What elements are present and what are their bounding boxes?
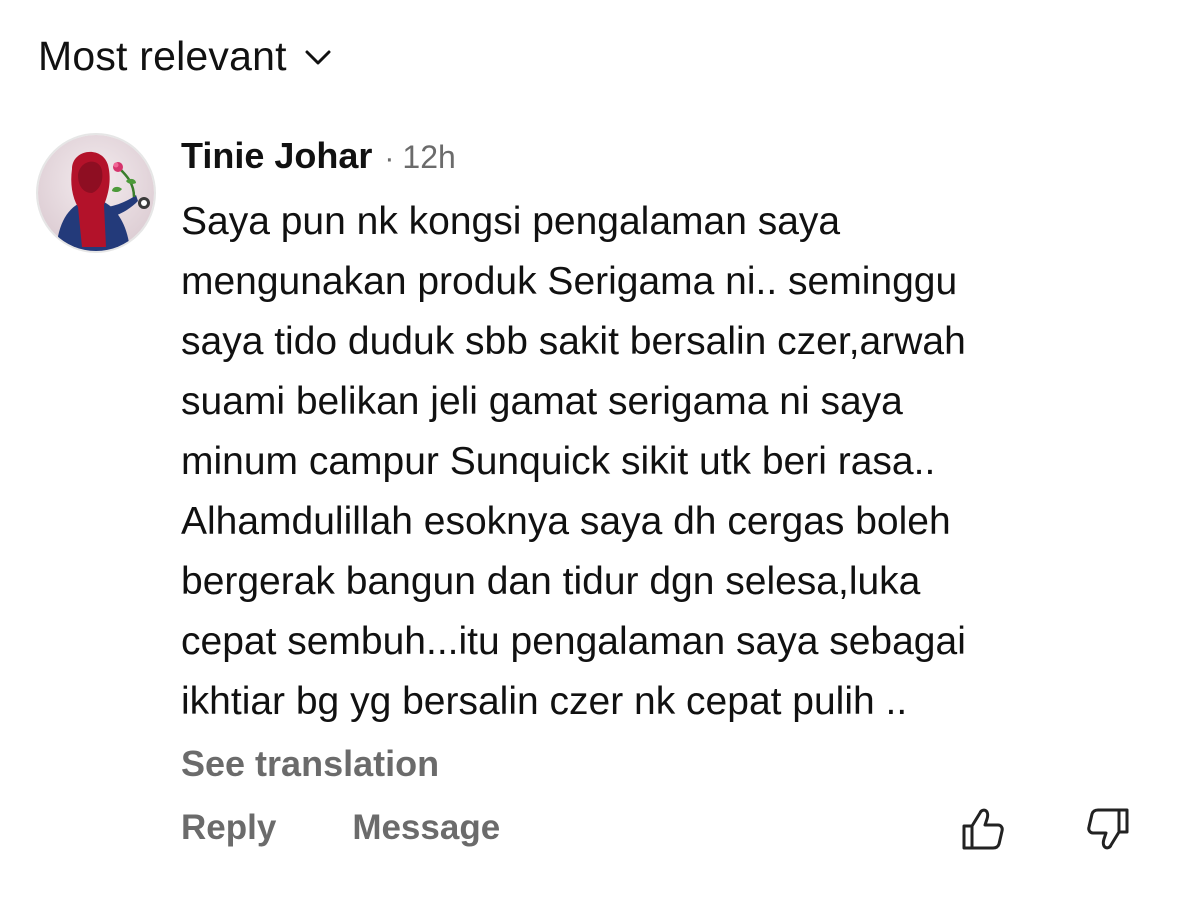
like-button[interactable] bbox=[958, 804, 1008, 854]
comment-line: minum campur Sunquick sikit utk beri ras… bbox=[181, 440, 936, 483]
comment-text: Saya pun nk kongsi pengalaman saya mengu… bbox=[181, 192, 1141, 732]
sort-label: Most relevant bbox=[38, 33, 287, 79]
comment: Tinie Johar · 12h Saya pun nk kongsi pen… bbox=[181, 132, 1141, 732]
comment-line: Alhamdulillah esoknya saya dh cergas bol… bbox=[181, 500, 951, 543]
comment-timestamp: 12h bbox=[402, 139, 456, 175]
meta-separator: · bbox=[384, 142, 395, 175]
comment-line: saya tido duduk sbb sakit bersalin czer,… bbox=[181, 320, 966, 363]
comment-actions: Reply Message bbox=[181, 805, 500, 851]
sort-dropdown[interactable]: Most relevant bbox=[38, 30, 331, 82]
chevron-down-icon bbox=[305, 50, 331, 66]
comment-meta: Tinie Johar · 12h bbox=[181, 132, 1141, 180]
avatar-image bbox=[38, 135, 154, 251]
comment-line: bergerak bangun dan tidur dgn selesa,luk… bbox=[181, 560, 921, 603]
comment-line: cepat sembuh...itu pengalaman saya sebag… bbox=[181, 620, 966, 663]
dislike-button[interactable] bbox=[1083, 804, 1133, 854]
thumbs-down-icon bbox=[1087, 808, 1129, 850]
comment-author[interactable]: Tinie Johar bbox=[181, 132, 372, 180]
see-translation-link[interactable]: See translation bbox=[181, 741, 439, 787]
comment-line: Saya pun nk kongsi pengalaman saya bbox=[181, 200, 841, 243]
comment-line: mengunakan produk Serigama ni.. seminggu bbox=[181, 260, 958, 303]
thumbs-up-icon bbox=[962, 808, 1004, 850]
message-button[interactable]: Message bbox=[352, 805, 500, 851]
reply-button[interactable]: Reply bbox=[181, 805, 276, 851]
avatar[interactable] bbox=[36, 133, 156, 253]
comment-line: suami belikan jeli gamat serigama ni say… bbox=[181, 380, 903, 423]
comment-line: ikhtiar bg yg bersalin czer nk cepat pul… bbox=[181, 680, 908, 723]
